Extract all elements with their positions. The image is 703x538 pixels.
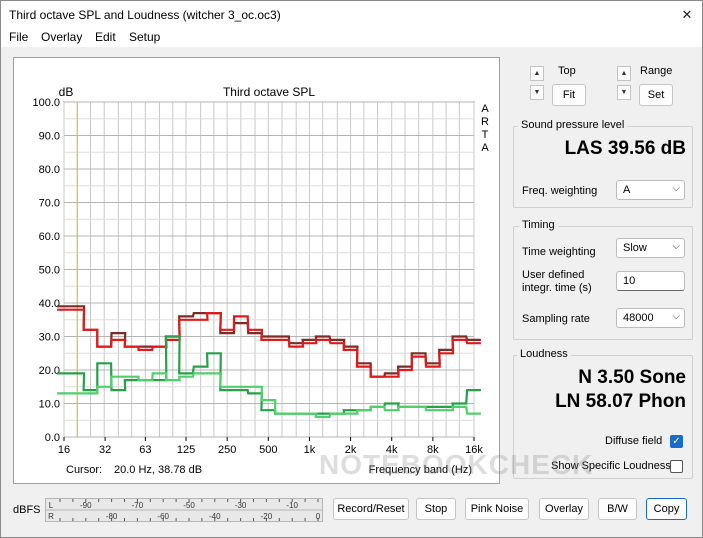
loudness-group-title: Loudness <box>517 348 571 360</box>
freq-weighting-select[interactable]: A ⌵ <box>616 180 685 200</box>
stop-button[interactable]: Stop <box>416 498 456 520</box>
close-icon[interactable]: ✕ <box>677 7 697 23</box>
loudness-phon: LN 58.07 Phon <box>555 391 686 412</box>
x-tick-label: 1k <box>304 444 316 456</box>
spl-group-title: Sound pressure level <box>518 119 628 131</box>
diffuse-field-checkbox[interactable]: ✓ <box>670 435 683 448</box>
sampling-rate-label: Sampling rate <box>522 313 590 325</box>
time-weighting-label: Time weighting <box>522 246 596 258</box>
menu-bar: File Overlay Edit Setup <box>1 29 702 47</box>
menu-overlay[interactable]: Overlay <box>41 30 82 44</box>
arta-letter: A <box>481 142 489 154</box>
range-label: Range <box>640 65 673 77</box>
chevron-down-icon: ⌵ <box>672 311 680 322</box>
meter-bottom-tick-label: -40 <box>209 512 221 521</box>
user-defined-label-1: User defined <box>522 269 585 281</box>
title-bar: Third octave SPL and Loudness (witcher 3… <box>1 1 702 29</box>
freq-weighting-value: A <box>623 184 631 196</box>
menu-file[interactable]: File <box>9 30 28 44</box>
menu-setup[interactable]: Setup <box>129 30 160 44</box>
meter-label: dBFS <box>13 504 41 516</box>
meter-row-l: L <box>49 501 54 510</box>
time-weighting-value: Slow <box>623 242 647 254</box>
x-tick-label: 250 <box>218 444 236 456</box>
x-tick-label: 125 <box>177 444 195 456</box>
chart-title: Third octave SPL <box>223 85 315 99</box>
y-tick-label: 90.0 <box>39 131 60 143</box>
sampling-rate-select[interactable]: 48000 ⌵ <box>616 308 685 328</box>
overlay-button[interactable]: Overlay <box>539 498 589 520</box>
meter-row-r: R <box>48 512 54 521</box>
copy-button[interactable]: Copy <box>646 498 687 520</box>
timing-group-title: Timing <box>519 219 558 231</box>
top-down-button[interactable]: ▼ <box>530 85 544 100</box>
top-label: Top <box>558 65 576 77</box>
bw-button[interactable]: B/W <box>598 498 637 520</box>
spl-chart: 0.0 10.0 20.0 30.0 40.0 50.0 60.0 70.0 80.0 90.0 1… <box>32 85 489 476</box>
y-tick-label: 10.0 <box>39 399 60 411</box>
level-meter-scale: LR -90 -70 -50 -30 -10 -80 -60 -40 -20 0 <box>46 499 322 521</box>
range-up-button[interactable]: ▲ <box>617 66 631 81</box>
y-tick-label: 80.0 <box>39 164 60 176</box>
meter-top-tick-label: -50 <box>183 501 195 510</box>
notebookcheck-watermark: NOTEBOOKCHECK <box>319 449 594 480</box>
show-specific-checkbox[interactable] <box>670 460 683 473</box>
x-tick-label: 16 <box>58 444 70 456</box>
y-tick-label: 40.0 <box>39 298 60 310</box>
y-tick-label: 60.0 <box>39 231 60 243</box>
chevron-down-icon: ⌵ <box>672 241 680 252</box>
arta-letter: R <box>481 116 489 128</box>
spl-plot[interactable]: 0.0 10.0 20.0 30.0 40.0 50.0 60.0 70.0 80.0 90.0 1… <box>13 57 500 484</box>
y-tick-label: 20.0 <box>39 365 60 377</box>
meter-bottom-tick-label: 0 <box>316 512 321 521</box>
y-tick-label: 70.0 <box>39 198 60 210</box>
pink-noise-button[interactable]: Pink Noise <box>465 498 529 520</box>
range-down-button[interactable]: ▼ <box>617 85 631 100</box>
set-button[interactable]: Set <box>639 84 673 106</box>
arta-letter: A <box>481 103 489 115</box>
x-tick-label: 500 <box>259 444 277 456</box>
sampling-rate-value: 48000 <box>623 312 654 324</box>
loudness-sone: N 3.50 Sone <box>578 367 686 388</box>
fit-button[interactable]: Fit <box>552 84 586 106</box>
arta-letter: T <box>482 129 489 141</box>
meter-top-tick-label: -10 <box>286 501 298 510</box>
y-tick-label: 100.0 <box>32 97 60 109</box>
level-meter: L R -90 -70 -50 -30 -10 -80 -60 -40 -20 0 <box>45 498 323 522</box>
y-tick-label: 50.0 <box>39 265 60 277</box>
integration-time-input[interactable]: 10 <box>616 271 685 291</box>
chevron-down-icon: ⌵ <box>672 183 680 194</box>
top-up-button[interactable]: ▲ <box>530 66 544 81</box>
meter-bottom-tick-label: -80 <box>106 512 118 521</box>
meter-bottom-tick-label: -20 <box>261 512 273 521</box>
meter-top-tick-label: -90 <box>80 501 92 510</box>
time-weighting-select[interactable]: Slow ⌵ <box>616 238 685 258</box>
meter-top-tick-label: -70 <box>132 501 144 510</box>
spl-value: LAS 39.56 dB <box>564 138 686 159</box>
freq-weighting-label: Freq. weighting <box>522 185 598 197</box>
record-reset-button[interactable]: Record/Reset <box>333 498 409 520</box>
user-defined-label-2: integr. time (s) <box>522 282 592 294</box>
window-title: Third octave SPL and Loudness (witcher 3… <box>9 8 281 22</box>
x-tick-label: 63 <box>139 444 151 456</box>
meter-bottom-tick-label: -60 <box>157 512 169 521</box>
y-tick-label: 0.0 <box>45 432 60 444</box>
window: Third octave SPL and Loudness (witcher 3… <box>0 0 703 538</box>
menu-edit[interactable]: Edit <box>95 30 116 44</box>
y-axis-label: dB <box>59 85 74 99</box>
meter-top-tick-label: -30 <box>235 501 247 510</box>
cursor-label: Cursor: <box>66 464 102 476</box>
x-tick-label: 32 <box>99 444 111 456</box>
diffuse-field-label: Diffuse field <box>605 435 663 447</box>
y-tick-label: 30.0 <box>39 332 60 344</box>
cursor-value: 20.0 Hz, 38.78 dB <box>114 464 202 476</box>
